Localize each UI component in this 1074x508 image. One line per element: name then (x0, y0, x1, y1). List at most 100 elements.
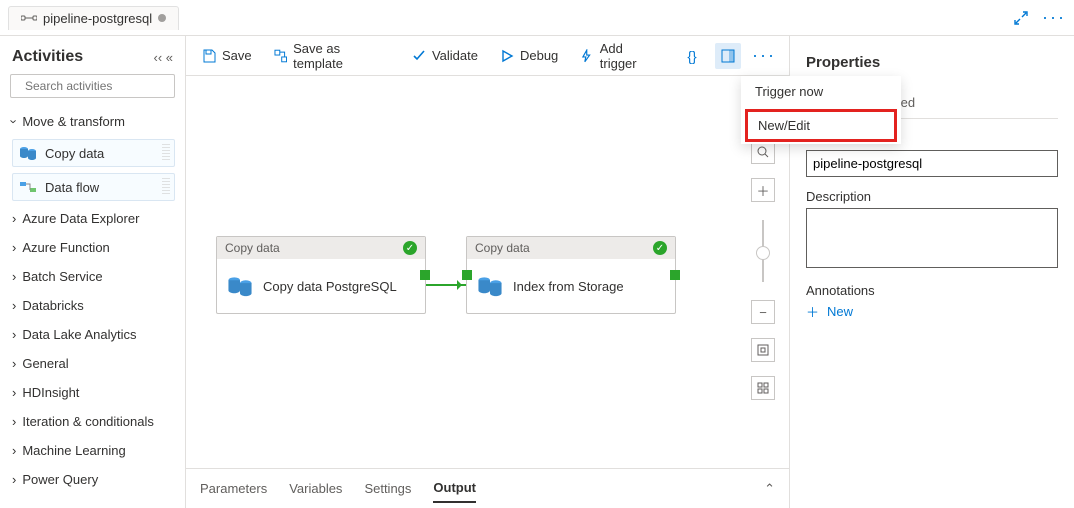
section-label: Move & transform (22, 114, 125, 129)
section-item[interactable]: ›Iteration & conditionals (10, 408, 175, 435)
pipeline-tab[interactable]: pipeline-postgresql (8, 6, 179, 30)
properties-toggle-button[interactable] (715, 43, 741, 69)
chevron-right-icon: › (12, 385, 16, 400)
tab-bar: pipeline-postgresql ··· (0, 0, 1074, 36)
activity-copy-data[interactable]: Copy data (12, 139, 175, 167)
tool-label: Debug (520, 48, 558, 63)
bottom-panel-tabs: Parameters Variables Settings Output ⌃ (186, 468, 789, 508)
trigger-now-item[interactable]: Trigger now (741, 76, 901, 107)
connection-arrow (426, 284, 466, 286)
add-trigger-button[interactable]: Add trigger (576, 37, 665, 75)
properties-icon (721, 49, 735, 63)
section-move-transform[interactable]: › Move & transform (10, 108, 175, 135)
toolbar-more-button[interactable]: ··· (751, 43, 777, 69)
layout-icon (757, 382, 769, 394)
section-item[interactable]: › HDInsight (10, 379, 175, 406)
chevron-right-icon: › (12, 356, 16, 371)
zoom-in-button[interactable]: ＋ (751, 178, 775, 202)
add-annotation-button[interactable]: ＋ New (806, 302, 1058, 321)
plus-icon: ＋ (806, 302, 819, 321)
section-label: Azure Function (22, 240, 109, 255)
tool-label: Validate (432, 48, 478, 63)
zoom-out-button[interactable]: − (751, 300, 775, 324)
activities-panel: Activities ‹‹ « › Move & transform Copy … (0, 36, 186, 508)
node-type: Copy data (225, 241, 280, 255)
activity-data-flow[interactable]: Data flow (12, 173, 175, 201)
activities-collapse-button[interactable]: ‹‹ « (154, 50, 174, 65)
name-input[interactable] (806, 150, 1058, 177)
section-label: Data Lake Analytics (22, 327, 136, 342)
save-template-button[interactable]: Save as template (270, 37, 394, 75)
drag-handle-icon (162, 178, 170, 196)
node-index-storage[interactable]: Copy data ✓ Index from Storage (466, 236, 676, 314)
section-item[interactable]: › Data Lake Analytics (10, 321, 175, 348)
section-item[interactable]: › General (10, 350, 175, 377)
activities-search[interactable] (10, 74, 175, 98)
template-icon (274, 49, 288, 63)
tool-label: Save as template (293, 41, 390, 71)
search-input[interactable] (23, 78, 182, 94)
tab-variables[interactable]: Variables (289, 475, 342, 502)
section-label: HDInsight (22, 385, 79, 400)
chevron-right-icon: › (12, 414, 16, 429)
node-title: Index from Storage (513, 279, 624, 294)
node-copy-postgresql[interactable]: Copy data ✓ Copy data PostgreSQL (216, 236, 426, 314)
section-label: Batch Service (22, 269, 102, 284)
slider-thumb-icon[interactable] (756, 246, 770, 260)
chevron-down-icon: › (10, 119, 22, 123)
chevron-right-icon: › (12, 443, 16, 458)
check-icon (412, 49, 426, 63)
success-icon: ✓ (653, 241, 667, 255)
section-item[interactable]: ›Databricks (10, 292, 175, 319)
tab-more-icon[interactable]: ··· (1042, 7, 1066, 28)
chevron-right-icon: › (12, 298, 16, 313)
code-view-button[interactable]: {} (679, 43, 705, 69)
output-port[interactable] (420, 270, 430, 280)
success-icon: ✓ (403, 241, 417, 255)
new-label: New (827, 304, 853, 319)
unsaved-indicator-icon (158, 14, 166, 22)
trigger-icon (580, 49, 593, 63)
tab-title: pipeline-postgresql (43, 11, 152, 26)
chevron-right-icon: › (12, 472, 16, 487)
tool-label: Save (222, 48, 252, 63)
description-input[interactable] (806, 208, 1058, 268)
output-port[interactable] (670, 270, 680, 280)
chevron-right-icon: › (12, 327, 16, 342)
section-label: Power Query (22, 472, 98, 487)
canvas-controls: ＋ − (751, 140, 775, 400)
section-label: Azure Data Explorer (22, 211, 139, 226)
tab-output[interactable]: Output (433, 474, 476, 503)
fit-to-screen-button[interactable] (751, 338, 775, 362)
annotations-label: Annotations (806, 283, 1058, 298)
trigger-new-edit-item[interactable]: New/Edit (745, 109, 897, 142)
save-button[interactable]: Save (198, 44, 256, 67)
section-item[interactable]: ›Azure Data Explorer (10, 205, 175, 232)
section-item[interactable]: › Power Query (10, 466, 175, 493)
search-icon (757, 146, 769, 158)
section-item[interactable]: › Batch Service (10, 263, 175, 290)
debug-button[interactable]: Debug (496, 44, 562, 67)
database-icon (227, 273, 253, 299)
section-item[interactable]: ›Machine Learning (10, 437, 175, 464)
designer-area: Save Save as template Validate Debug Add… (186, 36, 789, 508)
pipeline-canvas[interactable]: Copy data ✓ Copy data PostgreSQL Copy da… (186, 76, 789, 468)
drag-handle-icon (162, 144, 170, 162)
expand-icon[interactable] (1014, 11, 1028, 25)
activities-title: Activities (12, 48, 83, 66)
zoom-slider[interactable] (762, 220, 764, 282)
tab-parameters[interactable]: Parameters (200, 475, 267, 502)
validate-button[interactable]: Validate (408, 44, 482, 67)
copy-data-icon (19, 145, 37, 161)
activity-label: Data flow (45, 180, 99, 195)
input-port[interactable] (462, 270, 472, 280)
node-title: Copy data PostgreSQL (263, 279, 397, 294)
bottom-collapse-button[interactable]: ⌃ (764, 481, 775, 497)
data-flow-icon (19, 179, 37, 195)
layout-button[interactable] (751, 376, 775, 400)
chevron-right-icon: › (12, 269, 16, 284)
section-label: General (22, 356, 68, 371)
tab-settings[interactable]: Settings (364, 475, 411, 502)
properties-title: Properties (806, 54, 1058, 71)
section-item[interactable]: ›Azure Function (10, 234, 175, 261)
